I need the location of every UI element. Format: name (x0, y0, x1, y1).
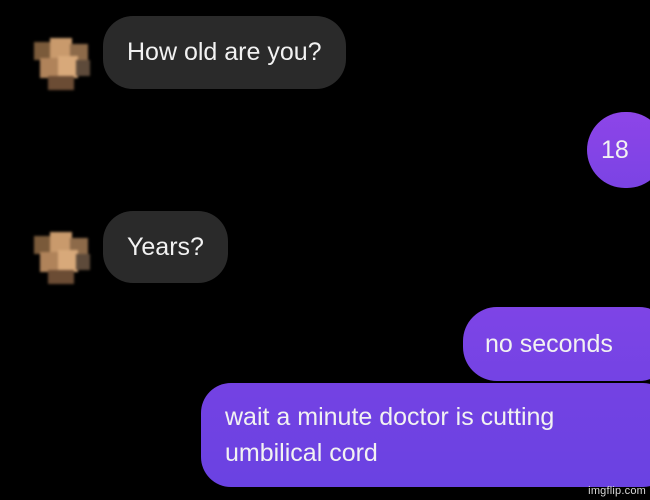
message-text-line: wait a minute doctor is cutting (225, 403, 555, 431)
message-text: no seconds (485, 329, 613, 358)
sender-avatar-icon[interactable] (30, 32, 92, 94)
chat-thread: How old are you? 18 Years? no seconds wa… (0, 0, 650, 500)
incoming-message-bubble[interactable]: Years? (103, 211, 228, 283)
message-text: 18 (601, 135, 629, 164)
outgoing-message-bubble[interactable]: no seconds (463, 307, 650, 381)
watermark: imgflip.com (588, 485, 646, 497)
sender-avatar-icon[interactable] (30, 226, 92, 288)
message-text: How old are you? (127, 38, 322, 66)
message-text: Years? (127, 232, 204, 261)
outgoing-message-bubble[interactable]: 18 (587, 112, 650, 188)
incoming-message-bubble[interactable]: How old are you? (103, 16, 346, 89)
outgoing-message-bubble[interactable]: wait a minute doctor is cutting umbilica… (201, 383, 650, 487)
message-text-line: umbilical cord (225, 439, 378, 467)
